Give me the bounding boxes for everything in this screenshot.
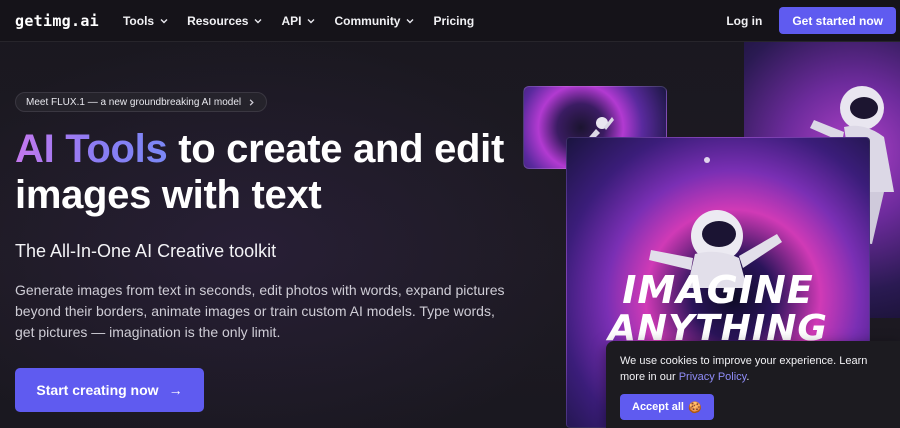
nav-item-pricing[interactable]: Pricing: [433, 14, 474, 28]
accept-label: Accept all: [632, 401, 684, 413]
nav-item-label: Resources: [187, 13, 249, 28]
privacy-policy-link[interactable]: Privacy Policy: [679, 371, 747, 383]
nav-item-api[interactable]: API: [281, 14, 316, 28]
logo[interactable]: getimg.ai: [15, 12, 99, 30]
nav-item-label: Community: [334, 13, 401, 28]
cookie-banner: We use cookies to improve your experienc…: [606, 341, 900, 428]
nav-links: Tools Resources API Community Pricing: [123, 14, 474, 28]
cookie-message-end: .: [746, 371, 750, 383]
headline-highlight: AI Tools: [15, 127, 168, 171]
cta-label: Start creating now: [36, 382, 159, 398]
top-nav: getimg.ai Tools Resources API Community …: [0, 0, 900, 42]
nav-item-label: API: [281, 13, 302, 28]
login-link[interactable]: Log in: [726, 14, 762, 28]
imagine-text: IMAGINE: [622, 268, 814, 312]
cookie-icon: 🍪: [687, 401, 702, 414]
cookie-text: We use cookies to improve your experienc…: [620, 353, 886, 385]
hero-description: Generate images from text in seconds, ed…: [15, 282, 505, 340]
chevron-down-icon: [160, 18, 168, 23]
chevron-right-icon: [249, 98, 254, 106]
accept-all-button[interactable]: Accept all 🍪: [620, 394, 714, 420]
announcement-badge[interactable]: Meet FLUX.1 — a new groundbreaking AI mo…: [15, 92, 268, 112]
nav-item-label: Pricing: [433, 13, 475, 28]
nav-item-tools[interactable]: Tools: [123, 14, 169, 28]
nav-item-resources[interactable]: Resources: [187, 14, 263, 28]
start-creating-button[interactable]: Start creating now →: [15, 368, 204, 412]
arrow-right-icon: →: [168, 382, 183, 398]
chevron-down-icon: [307, 18, 315, 23]
badge-text: Meet FLUX.1 — a new groundbreaking AI mo…: [26, 96, 242, 108]
chevron-down-icon: [406, 18, 414, 23]
hero-subtitle: The All-In-One AI Creative toolkit: [15, 241, 277, 261]
nav-item-label: Tools: [122, 13, 155, 28]
get-started-button[interactable]: Get started now: [779, 7, 896, 34]
hero-headline: AI Tools to create and edit images with …: [15, 126, 535, 218]
nav-item-community[interactable]: Community: [334, 14, 415, 28]
nav-right: Log in Get started now: [726, 7, 896, 34]
chevron-down-icon: [254, 18, 262, 23]
